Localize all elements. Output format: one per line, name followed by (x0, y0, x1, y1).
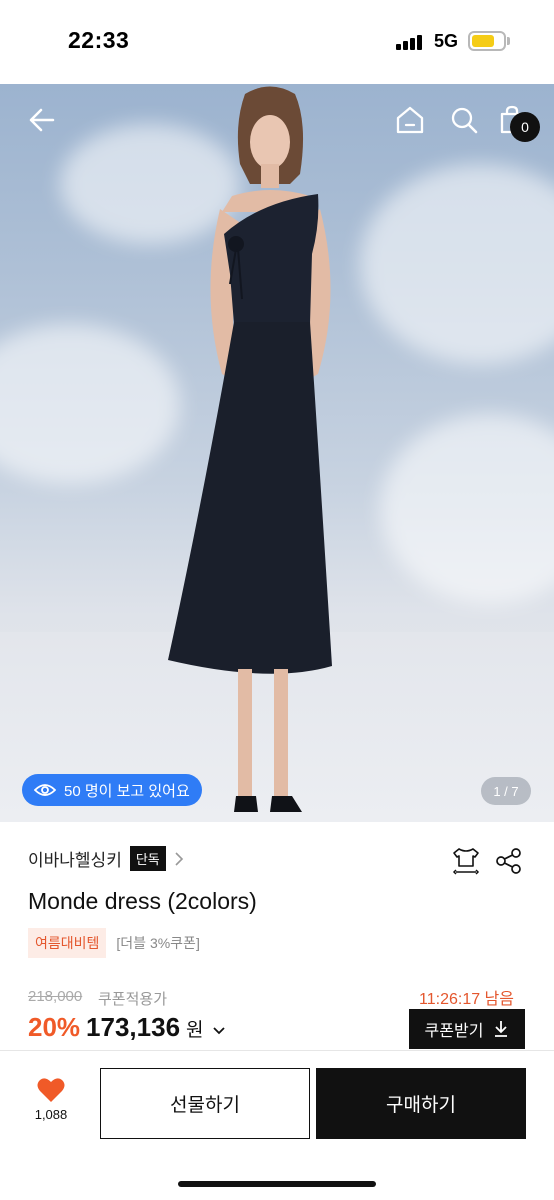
gift-button[interactable]: 선물하기 (100, 1068, 310, 1139)
countdown-timer: 11:26:17 남음 (419, 991, 514, 1008)
image-counter: 1 / 7 (481, 777, 531, 805)
status-bar: 22:33 5G (0, 0, 554, 84)
cart-count-badge[interactable]: 0 (510, 112, 540, 142)
chevron-down-icon[interactable] (212, 1026, 226, 1036)
currency-label: 원 (186, 1020, 204, 1041)
status-time: 22:33 (68, 27, 130, 53)
buy-button[interactable]: 구매하기 (316, 1068, 526, 1139)
sale-price: 173,136 (86, 1012, 181, 1042)
like-count: 1,088 (34, 1107, 68, 1122)
chevron-right-icon (175, 851, 183, 866)
battery-icon (468, 31, 506, 51)
battery-tip (507, 37, 510, 45)
promo-tags: 여름대비템 [더블 3%쿠폰] (28, 928, 200, 958)
brand-link[interactable]: 이바나헬싱키 단독 (28, 846, 184, 871)
model-photo (168, 86, 332, 812)
share-icon[interactable] (494, 846, 524, 876)
bottom-action-bar: 1,088 선물하기 구매하기 (0, 1050, 554, 1200)
coupon-applied-label: 쿠폰적용가 (98, 991, 168, 1008)
size-guide-icon[interactable] (451, 846, 481, 876)
download-icon (495, 1021, 508, 1037)
back-arrow-icon[interactable] (24, 102, 60, 138)
product-image-gallery[interactable]: 0 50 명이 보고 있어요 1 / 7 (0, 84, 554, 822)
coupon-tag: [더블 3%쿠폰] (116, 935, 200, 951)
viewers-count-pill: 50 명이 보고 있어요 (22, 774, 202, 806)
discount-rate: 20% (28, 1012, 81, 1042)
brand-name[interactable]: 이바나헬싱키 (28, 846, 122, 871)
signal-icon (396, 34, 424, 50)
product-detail-page: 22:33 5G 0 50 명이 보고 있어요 1 / 7 이바나헬싱키 단독 … (0, 0, 554, 1200)
product-name: Monde dress (2colors) (28, 888, 257, 914)
network-type: 5G (434, 31, 459, 51)
get-coupon-button[interactable]: 쿠폰받기 (409, 1009, 525, 1049)
event-tag: 여름대비템 (28, 928, 107, 958)
price-row[interactable]: 20% 173,136 원 (28, 1012, 226, 1043)
get-coupon-label: 쿠폰받기 (424, 1023, 484, 1040)
viewers-text: 50 명이 보고 있어요 (64, 782, 190, 800)
search-icon[interactable] (446, 102, 482, 138)
home-icon[interactable] (392, 102, 428, 138)
eye-icon (34, 784, 56, 796)
home-indicator (178, 1181, 376, 1187)
heart-icon (37, 1078, 65, 1102)
exclusive-badge: 단독 (129, 846, 166, 871)
original-price: 218,000 (28, 988, 83, 1005)
like-button[interactable]: 1,088 (20, 1077, 82, 1137)
